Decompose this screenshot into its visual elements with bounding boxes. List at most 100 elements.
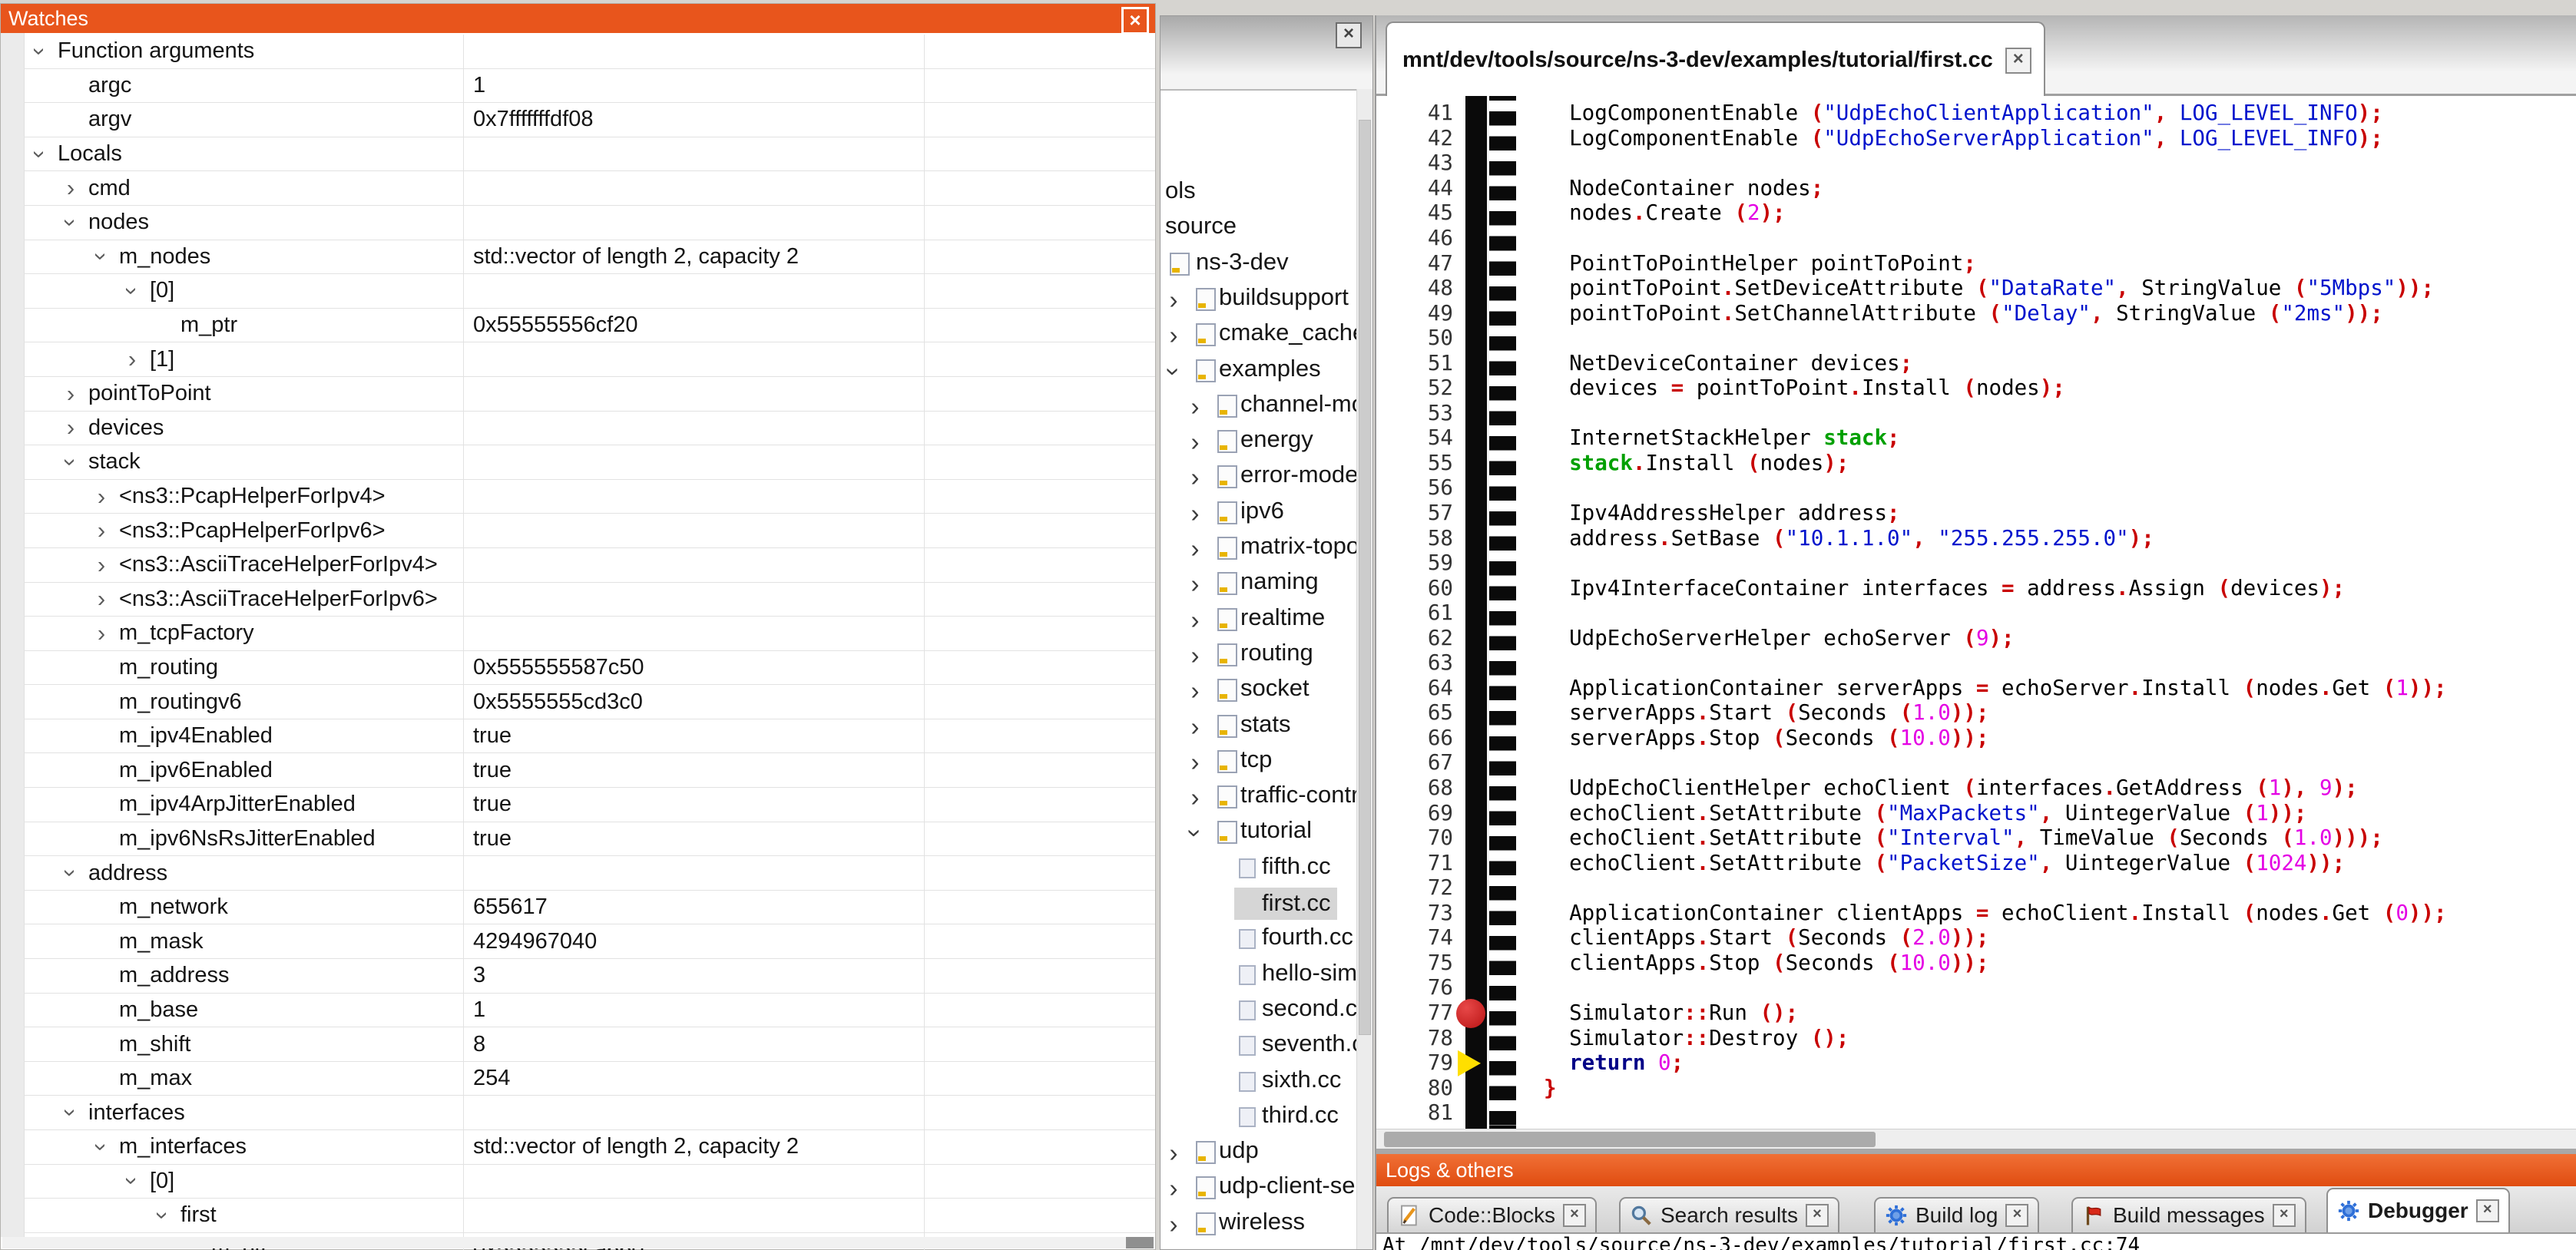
chevron-down-icon[interactable]: › xyxy=(57,449,84,475)
tree-panel-header[interactable]: × xyxy=(1161,16,1372,91)
close-icon[interactable]: × xyxy=(1121,7,1149,35)
code-line[interactable]: 60 Ipv4InterfaceContainer interfaces = a… xyxy=(1376,575,2576,600)
code-line[interactable]: 48 pointToPoint.SetDeviceAttribute ("Dat… xyxy=(1376,276,2576,301)
code-line[interactable]: 49 pointToPoint.SetChannelAttribute ("De… xyxy=(1376,300,2576,326)
chevron-down-icon[interactable]: › xyxy=(149,1202,177,1229)
tree-item-seventh-cc[interactable]: seventh.cc xyxy=(1161,1028,1357,1063)
code-line[interactable]: 57 Ipv4AddressHelper address; xyxy=(1376,501,2576,526)
close-icon[interactable]: × xyxy=(2273,1204,2296,1227)
tree-item-udp[interactable]: ›udp xyxy=(1161,1135,1357,1170)
chevron-down-icon[interactable]: › xyxy=(57,210,84,236)
code-line[interactable]: 50 xyxy=(1376,326,2576,351)
watch-row[interactable]: ›[0] xyxy=(24,1165,1155,1199)
tree-item-traffic-control[interactable]: ›traffic-control xyxy=(1161,779,1357,815)
tree-item-channel-models[interactable]: ›channel-models xyxy=(1161,389,1357,424)
tree-item-wireless[interactable]: ›wireless xyxy=(1161,1206,1357,1242)
watch-row[interactable]: ›nodes xyxy=(24,206,1155,240)
code-line[interactable]: 74 clientApps.Start (Seconds (2.0)); xyxy=(1376,925,2576,951)
close-icon[interactable]: × xyxy=(2005,48,2031,74)
code-line[interactable]: 79 return 0; xyxy=(1376,1050,2576,1076)
watches-titlebar[interactable]: Watches × xyxy=(1,4,1155,33)
chevron-right-icon[interactable]: › xyxy=(1184,783,1207,812)
chevron-right-icon[interactable]: › xyxy=(1184,428,1207,457)
watch-row[interactable]: ›Locals xyxy=(24,137,1155,172)
chevron-down-icon[interactable]: › xyxy=(26,38,54,64)
code-line[interactable]: 80} xyxy=(1376,1075,2576,1100)
tree-item-first-cc[interactable]: first.cc xyxy=(1161,886,1357,921)
tree-item-fourth-cc[interactable]: fourth.cc xyxy=(1161,921,1357,957)
watch-row[interactable]: ›<ns3::PcapHelperForIpv4> xyxy=(24,480,1155,514)
chevron-right-icon[interactable]: › xyxy=(88,517,114,544)
watch-row[interactable]: ›m_max254 xyxy=(24,1062,1155,1096)
chevron-down-icon[interactable]: › xyxy=(1180,822,1210,845)
tree-item-error-model[interactable]: ›error-model xyxy=(1161,459,1357,494)
watch-row[interactable]: ›<ns3::AsciiTraceHelperForIpv6> xyxy=(24,583,1155,617)
tree-item-naming[interactable]: ›naming xyxy=(1161,566,1357,601)
close-icon[interactable]: × xyxy=(2005,1204,2028,1227)
code-line[interactable]: 44 NodeContainer nodes; xyxy=(1376,176,2576,201)
logs-tab-debugger[interactable]: Debugger× xyxy=(2326,1188,2510,1232)
chevron-right-icon[interactable]: › xyxy=(88,483,114,511)
tree-vscrollbar[interactable] xyxy=(1356,89,1372,1249)
code-area[interactable]: 41 LogComponentEnable ("UdpEchoClientApp… xyxy=(1376,96,2576,1129)
chevron-right-icon[interactable]: › xyxy=(88,585,114,613)
code-line[interactable]: 62 UdpEchoServerHelper echoServer (9); xyxy=(1376,625,2576,650)
chevron-down-icon[interactable]: › xyxy=(26,141,54,167)
code-line[interactable]: 73 ApplicationContainer clientApps = ech… xyxy=(1376,901,2576,926)
watch-row[interactable]: ›m_ipv6NsRsJitterEnabledtrue xyxy=(24,822,1155,857)
watch-row[interactable]: ›m_network655617 xyxy=(24,891,1155,925)
code-line[interactable]: 45 nodes.Create (2); xyxy=(1376,200,2576,226)
code-line[interactable]: 52 devices = pointToPoint.Install (nodes… xyxy=(1376,375,2576,401)
watch-row[interactable]: ›argv0x7fffffffdf08 xyxy=(24,103,1155,137)
chevron-right-icon[interactable]: › xyxy=(1184,713,1207,742)
chevron-right-icon[interactable]: › xyxy=(1184,570,1207,599)
chevron-right-icon[interactable]: › xyxy=(58,174,84,202)
tree-item-hello-simulator-cc[interactable]: hello-simulator.cc xyxy=(1161,957,1357,993)
chevron-right-icon[interactable]: › xyxy=(88,620,114,647)
tree-item-cmake-cache[interactable]: ›cmake_cache xyxy=(1161,317,1357,352)
code-line[interactable]: 68 UdpEchoClientHelper echoClient (inter… xyxy=(1376,775,2576,801)
tree-item-matrix-topology[interactable]: ›matrix-topology xyxy=(1161,531,1357,566)
code-line[interactable]: 75 clientApps.Stop (Seconds (10.0)); xyxy=(1376,951,2576,976)
chevron-right-icon[interactable]: › xyxy=(1184,499,1207,528)
tree-item-ipv6[interactable]: ›ipv6 xyxy=(1161,495,1357,531)
logs-tab-code-blocks[interactable]: Code::Blocks× xyxy=(1387,1197,1597,1232)
code-line[interactable]: 41 LogComponentEnable ("UdpEchoClientApp… xyxy=(1376,101,2576,126)
editor-hscroll-thumb[interactable] xyxy=(1384,1132,1876,1147)
code-line[interactable]: 64 ApplicationContainer serverApps = ech… xyxy=(1376,676,2576,701)
watch-row[interactable]: ›m_nodesstd::vector of length 2, capacit… xyxy=(24,240,1155,275)
watch-row[interactable]: ›interfaces xyxy=(24,1096,1155,1130)
chevron-down-icon[interactable]: › xyxy=(88,1134,115,1160)
tree-item-realtime[interactable]: ›realtime xyxy=(1161,602,1357,637)
chevron-right-icon[interactable]: › xyxy=(1162,1174,1185,1203)
chevron-right-icon[interactable]: › xyxy=(1184,606,1207,635)
close-icon[interactable]: × xyxy=(2476,1199,2499,1222)
tree-item-tcp[interactable]: ›tcp xyxy=(1161,744,1357,779)
code-line[interactable]: 69 echoClient.SetAttribute ("MaxPackets"… xyxy=(1376,800,2576,825)
code-line[interactable]: 46 xyxy=(1376,226,2576,251)
watch-row[interactable]: ›[0] xyxy=(24,274,1155,309)
watch-row[interactable]: ›cmd xyxy=(24,171,1155,206)
watch-row[interactable]: ›m_base1 xyxy=(24,994,1155,1028)
chevron-right-icon[interactable]: › xyxy=(58,414,84,441)
chevron-right-icon[interactable]: › xyxy=(1184,392,1207,422)
code-line[interactable]: 55 stack.Install (nodes); xyxy=(1376,451,2576,476)
tree-item-buildsupport[interactable]: ›buildsupport xyxy=(1161,282,1357,317)
watch-row[interactable]: ›m_address3 xyxy=(24,959,1155,994)
tree-item-ols[interactable]: ols xyxy=(1161,175,1357,210)
code-line[interactable]: 81 xyxy=(1376,1100,2576,1126)
chevron-right-icon[interactable]: › xyxy=(1162,321,1185,350)
chevron-down-icon[interactable]: › xyxy=(118,278,146,304)
chevron-right-icon[interactable]: › xyxy=(1184,676,1207,706)
watch-row[interactable]: ›m_routingv60x5555555cd3c0 xyxy=(24,685,1155,719)
watch-row[interactable]: ›<ns3::PcapHelperForIpv6> xyxy=(24,514,1155,548)
code-line[interactable]: 47 PointToPointHelper pointToPoint; xyxy=(1376,250,2576,276)
watch-row[interactable]: ›m_mask4294967040 xyxy=(24,924,1155,959)
chevron-right-icon[interactable]: › xyxy=(1184,748,1207,777)
logs-tab-build-messages[interactable]: Build messages× xyxy=(2071,1197,2306,1232)
chevron-right-icon[interactable]: › xyxy=(1162,1210,1185,1239)
watch-row[interactable]: ›m_shift8 xyxy=(24,1027,1155,1062)
panel-divider[interactable] xyxy=(1376,1149,2576,1154)
tree-item-sixth-cc[interactable]: sixth.cc xyxy=(1161,1064,1357,1100)
tree-item-socket[interactable]: ›socket xyxy=(1161,673,1357,708)
